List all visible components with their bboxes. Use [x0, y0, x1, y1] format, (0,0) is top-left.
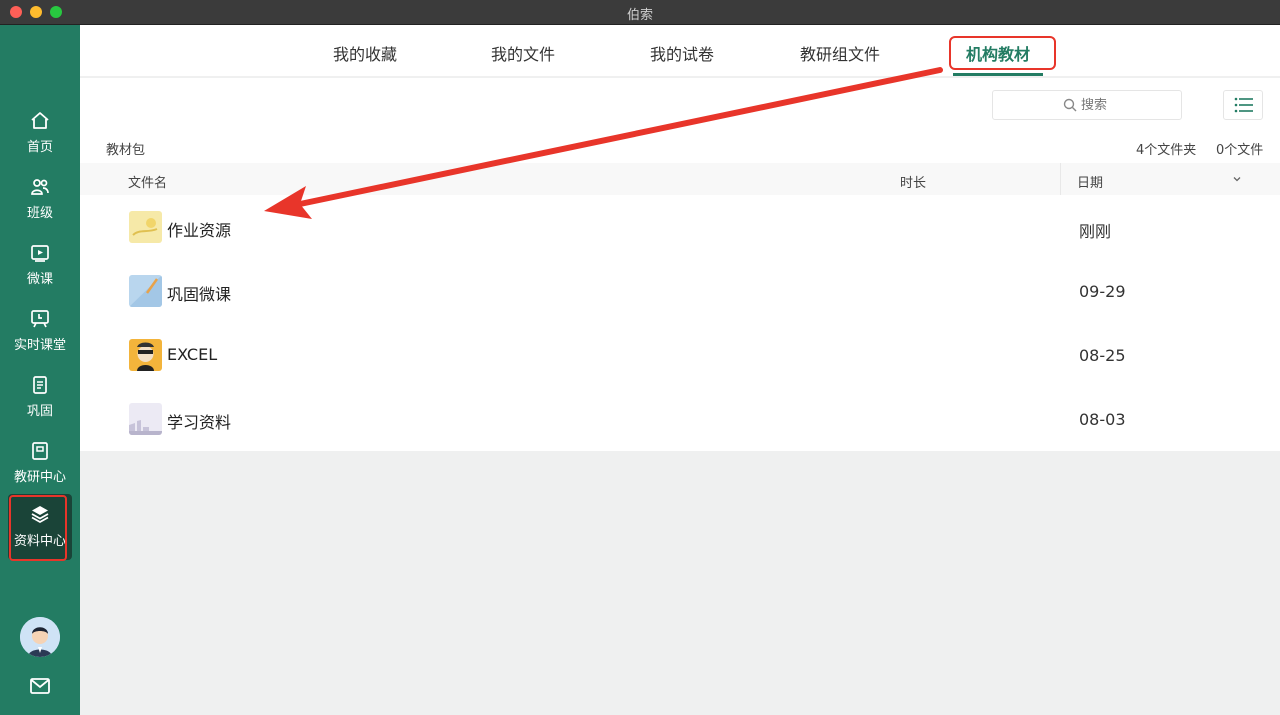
column-header-duration[interactable]: 时长	[900, 172, 926, 191]
file-count: 0个文件	[1216, 143, 1264, 158]
tab-my-papers[interactable]: 我的试卷	[650, 41, 714, 65]
sidebar-item-class[interactable]: 班级	[8, 170, 72, 230]
sidebar-item-research-center[interactable]: 教研中心	[8, 434, 72, 494]
search-box[interactable]	[992, 90, 1182, 120]
file-name[interactable]: 学习资料	[167, 409, 231, 433]
notebook-icon	[33, 376, 47, 394]
file-name[interactable]: 作业资源	[167, 217, 231, 241]
classroom-icon	[31, 310, 49, 328]
file-date: 08-03	[1079, 410, 1126, 429]
folder-thumbnail	[129, 403, 162, 435]
mail-icon[interactable]	[30, 678, 50, 694]
column-header-name[interactable]: 文件名	[128, 172, 167, 191]
home-icon	[31, 112, 49, 129]
sidebar-item-label: 巩固	[26, 404, 53, 419]
file-date: 09-29	[1079, 282, 1126, 301]
search-input[interactable]	[1081, 95, 1171, 115]
sidebar-item-home[interactable]: 首页	[8, 104, 72, 164]
users-icon	[31, 179, 49, 195]
sidebar-item-label: 首页	[26, 140, 53, 155]
table-header: 文件名 时长 日期	[80, 163, 1280, 195]
tab-research-group-files[interactable]: 教研组文件	[800, 41, 880, 65]
tab-my-files[interactable]: 我的文件	[491, 41, 555, 65]
sidebar-item-live-class[interactable]: 实时课堂	[8, 302, 72, 362]
active-tab-indicator	[953, 73, 1043, 76]
column-header-date[interactable]: 日期	[1077, 172, 1103, 191]
annotation-highlight-sidebar	[9, 495, 67, 561]
book-icon	[32, 442, 48, 460]
user-avatar-icon	[20, 617, 60, 657]
sidebar-item-consolidate[interactable]: 巩固	[8, 368, 72, 428]
sidebar-item-label: 班级	[26, 206, 53, 221]
sidebar-item-label: 微课	[26, 272, 53, 287]
sidebar-item-label: 教研中心	[13, 470, 66, 485]
file-list-panel: 教材包 4个文件夹 0个文件 文件名 时长 日期 作业资源 刚刚 巩固微课 09…	[80, 78, 1280, 451]
sidebar-item-label: 实时课堂	[13, 338, 66, 353]
sidebar-item-microlesson[interactable]: 微课	[8, 236, 72, 296]
title-bar: 伯索	[0, 0, 1280, 25]
window-title: 伯索	[626, 8, 653, 23]
avatar[interactable]	[20, 617, 60, 657]
main-panel: 我的收藏 我的文件 我的试卷 教研组文件 机构教材 教材包 4个文件夹 0个文件…	[80, 25, 1280, 715]
annotation-highlight-tab	[949, 36, 1056, 70]
chevron-down-icon[interactable]	[1232, 175, 1242, 183]
folder-image-icon	[129, 403, 162, 435]
table-row[interactable]: 学习资料 08-03	[80, 387, 1280, 451]
list-view-button[interactable]	[1223, 90, 1263, 120]
tab-my-favorites[interactable]: 我的收藏	[333, 41, 397, 65]
folder-thumbnail	[129, 275, 162, 307]
folder-count: 4个文件夹	[1136, 143, 1197, 158]
file-date: 08-25	[1079, 346, 1126, 365]
tab-bar: 我的收藏 我的文件 我的试卷 教研组文件 机构教材	[80, 25, 1280, 77]
table-row[interactable]: EXCEL 08-25	[80, 323, 1280, 387]
folder-image-icon	[129, 275, 162, 307]
sidebar: 首页 班级 微课 实时课堂 巩固 教研中心 资料中心	[0, 25, 80, 715]
video-icon	[31, 245, 49, 262]
folder-thumbnail	[129, 339, 162, 371]
column-divider	[1060, 163, 1061, 195]
file-date: 刚刚	[1079, 222, 1112, 241]
search-icon	[1063, 98, 1077, 112]
file-name[interactable]: 巩固微课	[167, 281, 231, 305]
folder-image-icon	[129, 339, 162, 371]
table-row[interactable]: 作业资源 刚刚	[80, 195, 1280, 259]
folder-image-icon	[129, 211, 162, 243]
breadcrumb[interactable]: 教材包	[106, 139, 145, 158]
table-row[interactable]: 巩固微课 09-29	[80, 259, 1280, 323]
folder-thumbnail	[129, 211, 162, 243]
list-icon	[1234, 97, 1253, 113]
file-name[interactable]: EXCEL	[167, 345, 217, 364]
